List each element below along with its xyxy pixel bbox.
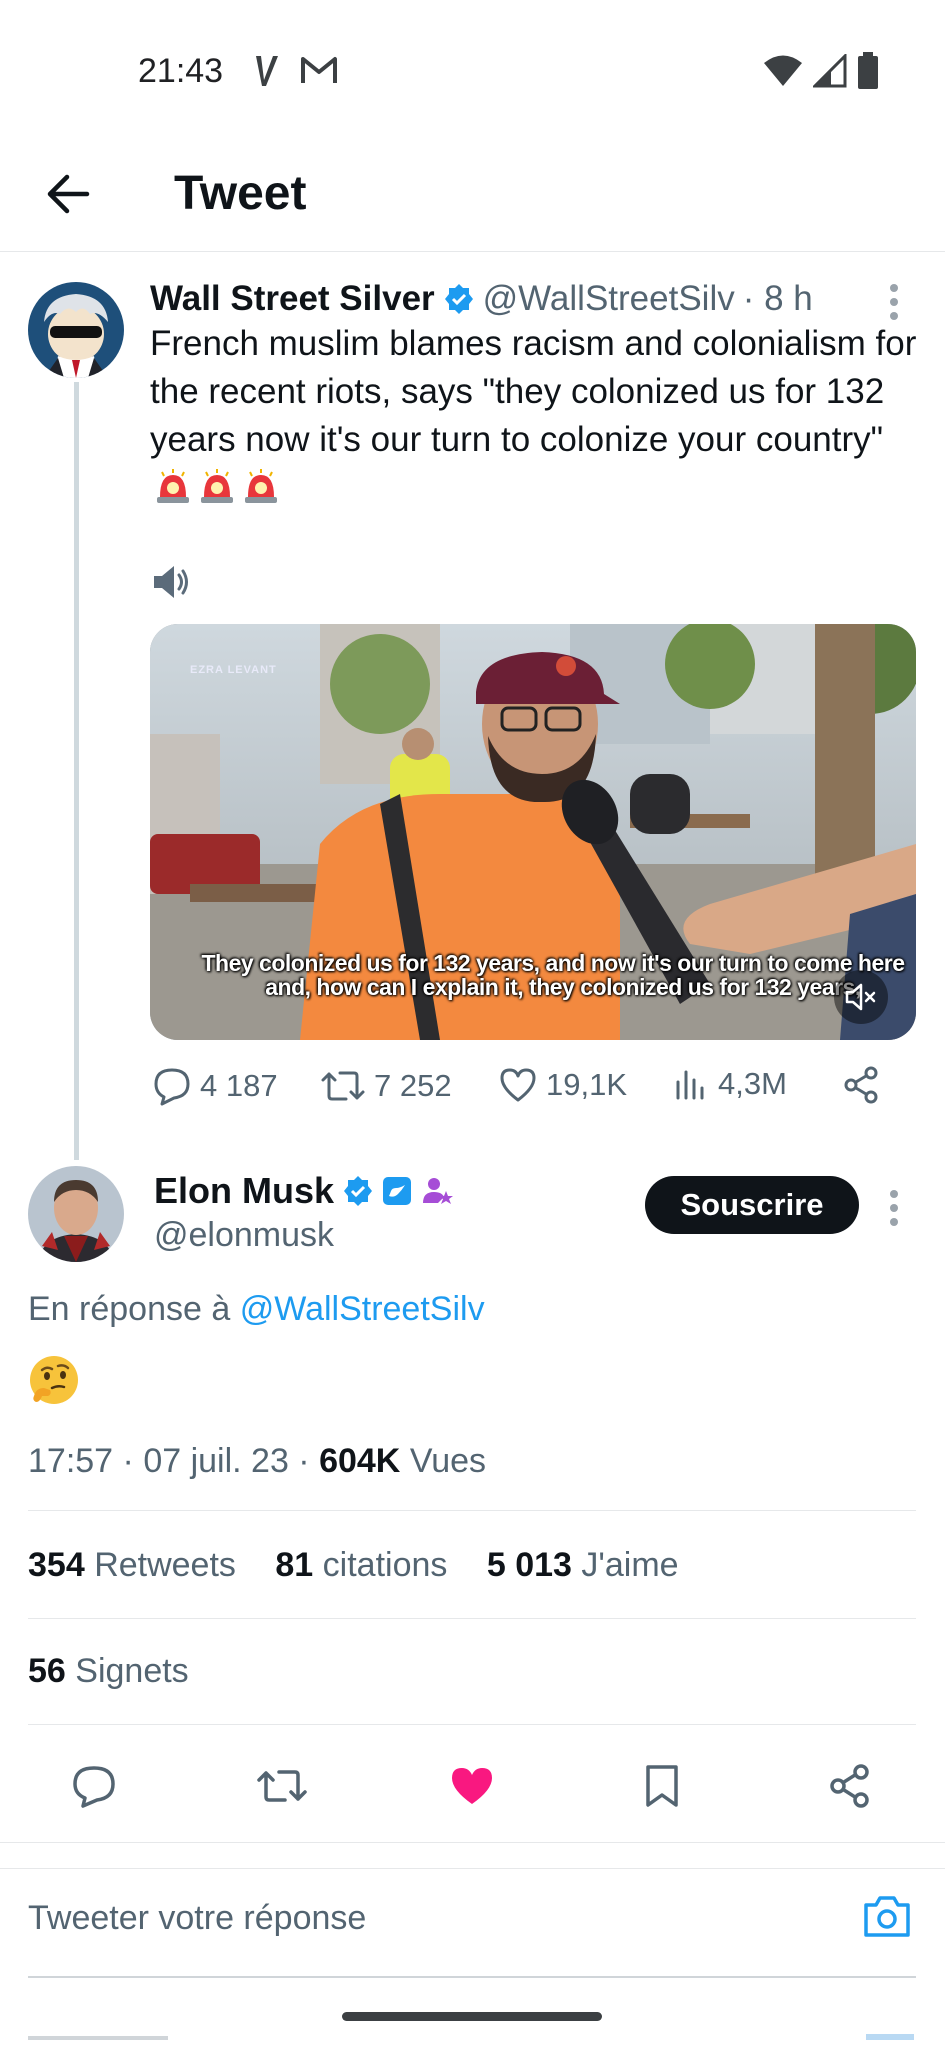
retweet-count: 7 252 bbox=[374, 1068, 452, 1103]
subscribe-button[interactable]: Souscrire bbox=[645, 1176, 859, 1234]
subscriber-badge-icon bbox=[423, 1178, 454, 1204]
divider bbox=[28, 1724, 916, 1725]
retweet-action[interactable]: 7 252 bbox=[320, 1066, 452, 1106]
status-time: 21:43 bbox=[138, 52, 224, 90]
video-watermark: EZRA LEVANT bbox=[190, 664, 277, 676]
siren-emoji bbox=[245, 469, 277, 503]
tweet-actions: 4 187 7 252 19,1K 4,3M bbox=[150, 1066, 920, 1116]
verified-badge-icon bbox=[344, 1176, 373, 1206]
share-action[interactable] bbox=[842, 1066, 880, 1104]
like-count: 19,1K bbox=[546, 1067, 628, 1102]
camera-icon bbox=[864, 1896, 910, 1937]
siren-emoji bbox=[157, 469, 189, 503]
reply-author-avatar[interactable] bbox=[28, 1166, 124, 1262]
more-options-icon[interactable] bbox=[889, 284, 899, 320]
share-icon bbox=[844, 1066, 878, 1104]
reply-author-row: Elon Musk bbox=[154, 1170, 454, 1212]
thinking-face-emoji bbox=[28, 1354, 80, 1411]
volume-mute-icon bbox=[845, 983, 876, 1011]
retweets-stat[interactable]: 354 Retweets bbox=[28, 1546, 236, 1584]
share-button[interactable] bbox=[820, 1756, 880, 1816]
reply-author-name[interactable]: Elon Musk bbox=[154, 1170, 334, 1212]
wifi-icon bbox=[763, 54, 803, 93]
tweet-text: French muslim blames racism and colonial… bbox=[150, 320, 920, 512]
reply-icon bbox=[154, 1068, 190, 1106]
views-action[interactable]: 4,3M bbox=[674, 1066, 787, 1102]
bookmark-icon bbox=[646, 1765, 678, 1807]
thread-line bbox=[74, 382, 79, 1160]
views-count: 4,3M bbox=[718, 1066, 787, 1101]
notification-v-icon bbox=[252, 54, 282, 93]
divider bbox=[28, 1618, 916, 1619]
verified-badge-icon bbox=[444, 284, 473, 314]
share-icon bbox=[830, 1764, 869, 1808]
reply-input-underline bbox=[28, 1976, 916, 1978]
heart-filled-icon bbox=[452, 1768, 492, 1804]
reply-tweet-actions bbox=[0, 1756, 945, 1816]
status-icons bbox=[763, 52, 879, 95]
like-action[interactable]: 19,1K bbox=[498, 1066, 627, 1104]
divider bbox=[0, 1842, 945, 1843]
author-name[interactable]: Wall Street Silver bbox=[150, 279, 435, 319]
author-handle[interactable]: @WallStreetSilv bbox=[483, 279, 735, 319]
reply-context: En réponse à @WallStreetSilv bbox=[28, 1290, 485, 1328]
top-bar: Tweet bbox=[0, 140, 945, 252]
like-button[interactable] bbox=[442, 1756, 502, 1816]
tweet-header: Wall Street Silver @WallStreetSilv · 8 h bbox=[150, 276, 813, 322]
reply-action[interactable]: 4 187 bbox=[152, 1066, 278, 1106]
reply-to-link[interactable]: @WallStreetSilv bbox=[240, 1290, 485, 1328]
gmail-icon bbox=[300, 54, 338, 91]
speaker-icon bbox=[150, 562, 194, 607]
retweet-icon bbox=[257, 1770, 307, 1802]
retweet-button[interactable] bbox=[252, 1756, 312, 1816]
video-caption-line-1: They colonized us for 132 years, and now… bbox=[201, 950, 905, 976]
tweet-timestamp: 17:57 · 07 juil. 23 · 604K Vues bbox=[28, 1442, 487, 1480]
status-bar: 21:43 bbox=[0, 0, 945, 140]
siren-emoji bbox=[201, 469, 233, 503]
back-button[interactable] bbox=[38, 164, 98, 224]
engagement-stats: 354 Retweets 81 citations 5 013 J'aime bbox=[28, 1546, 709, 1585]
affiliate-badge-icon bbox=[383, 1177, 412, 1205]
cutoff-content bbox=[866, 2034, 914, 2040]
camera-button[interactable] bbox=[862, 1893, 912, 1944]
quotes-stat[interactable]: 81 citations bbox=[275, 1546, 447, 1584]
reply-count: 4 187 bbox=[200, 1068, 278, 1103]
likes-stat[interactable]: 5 013 J'aime bbox=[487, 1546, 679, 1584]
heart-icon bbox=[500, 1068, 536, 1102]
reply-input[interactable]: Tweeter votre réponse bbox=[28, 1899, 366, 1938]
tweet-time: · 8 h bbox=[742, 279, 813, 318]
home-indicator[interactable] bbox=[342, 2012, 602, 2021]
more-options-icon[interactable] bbox=[889, 1190, 899, 1226]
reply-composer: Tweeter votre réponse bbox=[0, 1868, 945, 1978]
mute-button[interactable] bbox=[834, 970, 888, 1024]
analytics-icon bbox=[676, 1070, 704, 1100]
reply-icon bbox=[73, 1766, 115, 1808]
bookmark-button[interactable] bbox=[632, 1756, 692, 1816]
reply-author-handle[interactable]: @elonmusk bbox=[154, 1216, 334, 1255]
page-title: Tweet bbox=[174, 167, 307, 220]
arrow-left-icon bbox=[47, 174, 90, 214]
video-caption-line-2: and, how can I explain it, they colonize… bbox=[265, 974, 861, 1000]
divider bbox=[28, 1510, 916, 1511]
reply-button[interactable] bbox=[64, 1756, 124, 1816]
tweet-video[interactable]: EZRA LEVANT They colonized us for 132 ye… bbox=[150, 624, 916, 1040]
cutoff-content bbox=[28, 2036, 168, 2040]
battery-icon bbox=[857, 52, 879, 95]
bookmarks-stat[interactable]: 56 Signets bbox=[28, 1652, 189, 1691]
siren-emojis bbox=[154, 467, 280, 505]
author-avatar[interactable] bbox=[28, 282, 124, 378]
signal-icon bbox=[811, 52, 847, 93]
retweet-icon bbox=[321, 1071, 365, 1101]
